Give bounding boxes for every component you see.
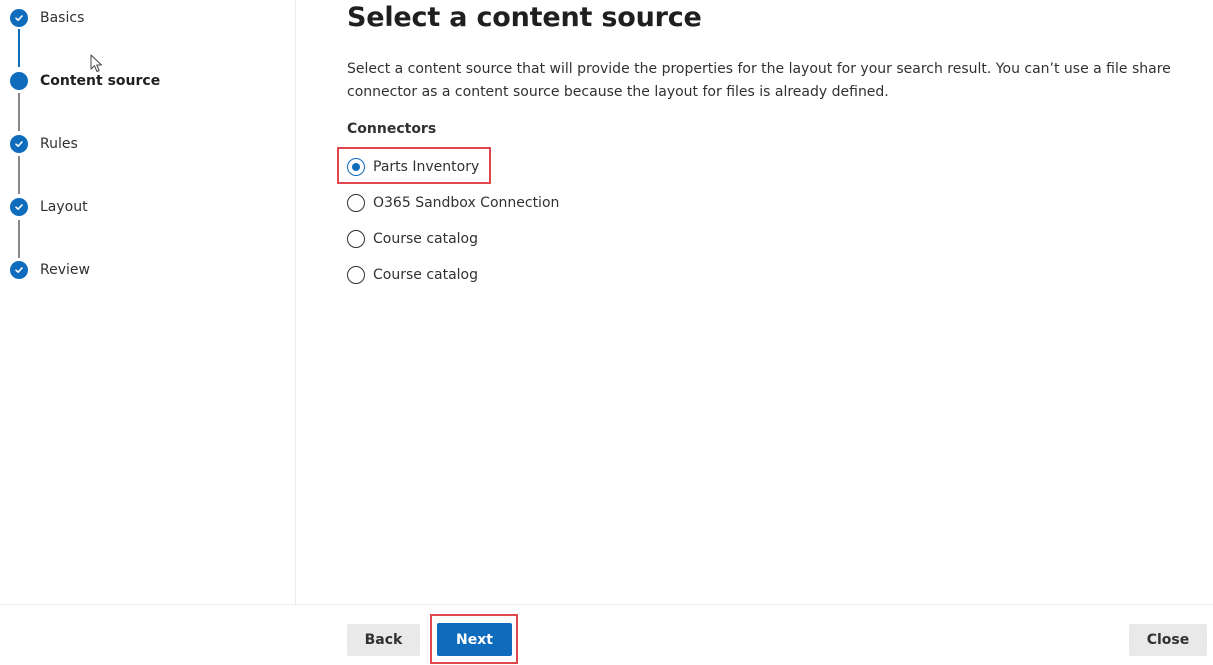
wizard-step-label: Layout	[40, 199, 88, 215]
radio-button-selected[interactable]	[347, 158, 365, 176]
close-button[interactable]: Close	[1129, 624, 1207, 656]
wizard-step-label: Basics	[40, 10, 85, 26]
wizard-step-label: Review	[40, 262, 90, 278]
radio-button[interactable]	[347, 230, 365, 248]
page-description: Select a content source that will provid…	[347, 61, 1171, 100]
connectors-label: Connectors	[347, 121, 437, 137]
current-step-dot-icon	[10, 72, 28, 90]
connector-option-o365-sandbox[interactable]: O365 Sandbox Connection	[347, 191, 559, 215]
radio-button[interactable]	[347, 194, 365, 212]
step-connector-content-rules	[18, 93, 20, 131]
wizard-steps-sidebar: Basics Content source Rules Layout Revie…	[0, 0, 296, 604]
connector-option-label: Parts Inventory	[373, 159, 480, 175]
connector-option-label: Course catalog	[373, 267, 479, 283]
next-button[interactable]: Next	[437, 623, 512, 656]
checkmark-circle-icon	[10, 9, 28, 27]
connector-option-label: Course catalog	[373, 231, 479, 247]
checkmark-circle-icon	[10, 198, 28, 216]
connector-option-course-catalog-2[interactable]: Course catalog	[347, 263, 478, 287]
back-button[interactable]: Back	[347, 624, 420, 656]
mouse-pointer-icon	[90, 54, 104, 78]
radio-button[interactable]	[347, 266, 365, 284]
connector-option-parts-inventory[interactable]: Parts Inventory	[347, 155, 479, 179]
step-connector-rules-layout	[18, 156, 20, 194]
connector-option-course-catalog-1[interactable]: Course catalog	[347, 227, 478, 251]
checkmark-circle-icon	[10, 261, 28, 279]
checkmark-circle-icon	[10, 135, 28, 153]
page-title: Select a content source	[347, 2, 702, 33]
connector-option-label: O365 Sandbox Connection	[373, 195, 560, 211]
step-connector-layout-review	[18, 220, 20, 258]
footer-divider	[0, 604, 1213, 605]
wizard-step-label: Rules	[40, 136, 78, 152]
step-connector-basics-content	[18, 29, 20, 67]
